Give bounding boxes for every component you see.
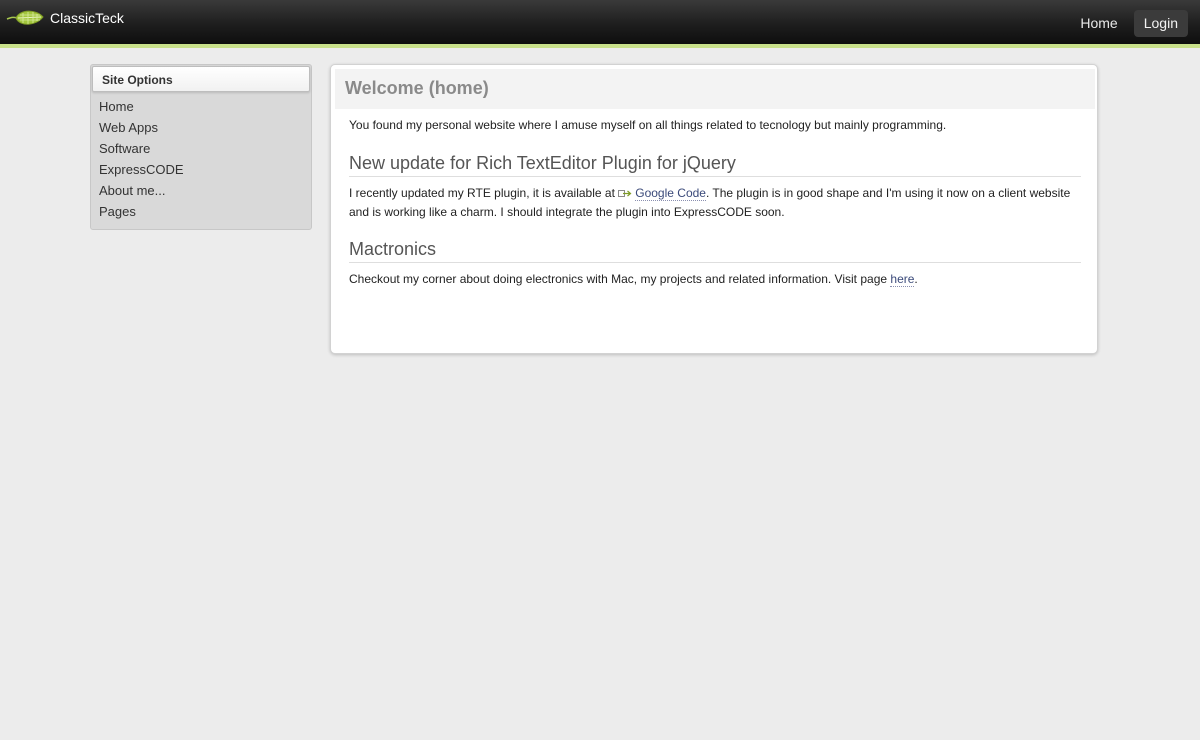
mactronics-here-link[interactable]: here <box>890 272 915 287</box>
sidebar-title: Site Options <box>92 66 310 92</box>
article-heading: Mactronics <box>349 239 1081 263</box>
article-body: Checkout my corner about doing electroni… <box>349 270 1081 288</box>
google-code-link[interactable]: Google Code <box>635 186 706 201</box>
brand[interactable]: ClassicTeck <box>6 6 124 30</box>
article-body: I recently updated my RTE plugin, it is … <box>349 184 1081 221</box>
sidebar-item-label[interactable]: ExpressCODE <box>99 162 184 177</box>
top-nav: Home Login <box>1070 10 1188 37</box>
sidebar-item-about-me[interactable]: About me... <box>99 180 311 201</box>
page-title: Welcome (home) <box>345 78 489 98</box>
sidebar-item-label[interactable]: About me... <box>99 183 165 198</box>
intro-text: You found my personal website where I am… <box>349 118 947 132</box>
sidebar-item-label[interactable]: Software <box>99 141 150 156</box>
article-text: . <box>914 272 918 286</box>
article-heading: New update for Rich TextEditor Plugin fo… <box>349 153 1081 177</box>
sidebar-item-label[interactable]: Web Apps <box>99 120 158 135</box>
article-text: I recently updated my RTE plugin, it is … <box>349 186 619 200</box>
sidebar-item-pages[interactable]: Pages <box>99 201 311 222</box>
leaf-logo-icon <box>6 8 44 28</box>
article-mactronics: Mactronics Checkout my corner about doin… <box>349 239 1081 288</box>
sidebar-item-software[interactable]: Software <box>99 138 311 159</box>
sidebar-menu: Home Web Apps Software ExpressCODE About… <box>91 93 311 222</box>
sidebar-item-label[interactable]: Home <box>99 99 134 114</box>
nav-login-link[interactable]: Login <box>1133 10 1188 37</box>
brand-name: ClassicTeck <box>50 10 124 26</box>
sidebar-item-expresscode[interactable]: ExpressCODE <box>99 159 311 180</box>
sidebar-item-label[interactable]: Pages <box>99 204 136 219</box>
sidebar-item-web-apps[interactable]: Web Apps <box>99 117 311 138</box>
top-navbar: ClassicTeck Home Login <box>0 0 1200 48</box>
external-link-icon <box>618 185 632 203</box>
sidebar-item-home[interactable]: Home <box>99 96 311 117</box>
nav-home-link[interactable]: Home <box>1070 10 1127 37</box>
article-rte-plugin: New update for Rich TextEditor Plugin fo… <box>349 153 1081 221</box>
site-options-panel: Site Options Home Web Apps Software Expr… <box>90 64 312 230</box>
page-title-bar: Welcome (home) <box>335 69 1095 109</box>
article-text: Checkout my corner about doing electroni… <box>349 272 891 286</box>
main-content-panel: Welcome (home) You found my personal web… <box>330 64 1098 354</box>
